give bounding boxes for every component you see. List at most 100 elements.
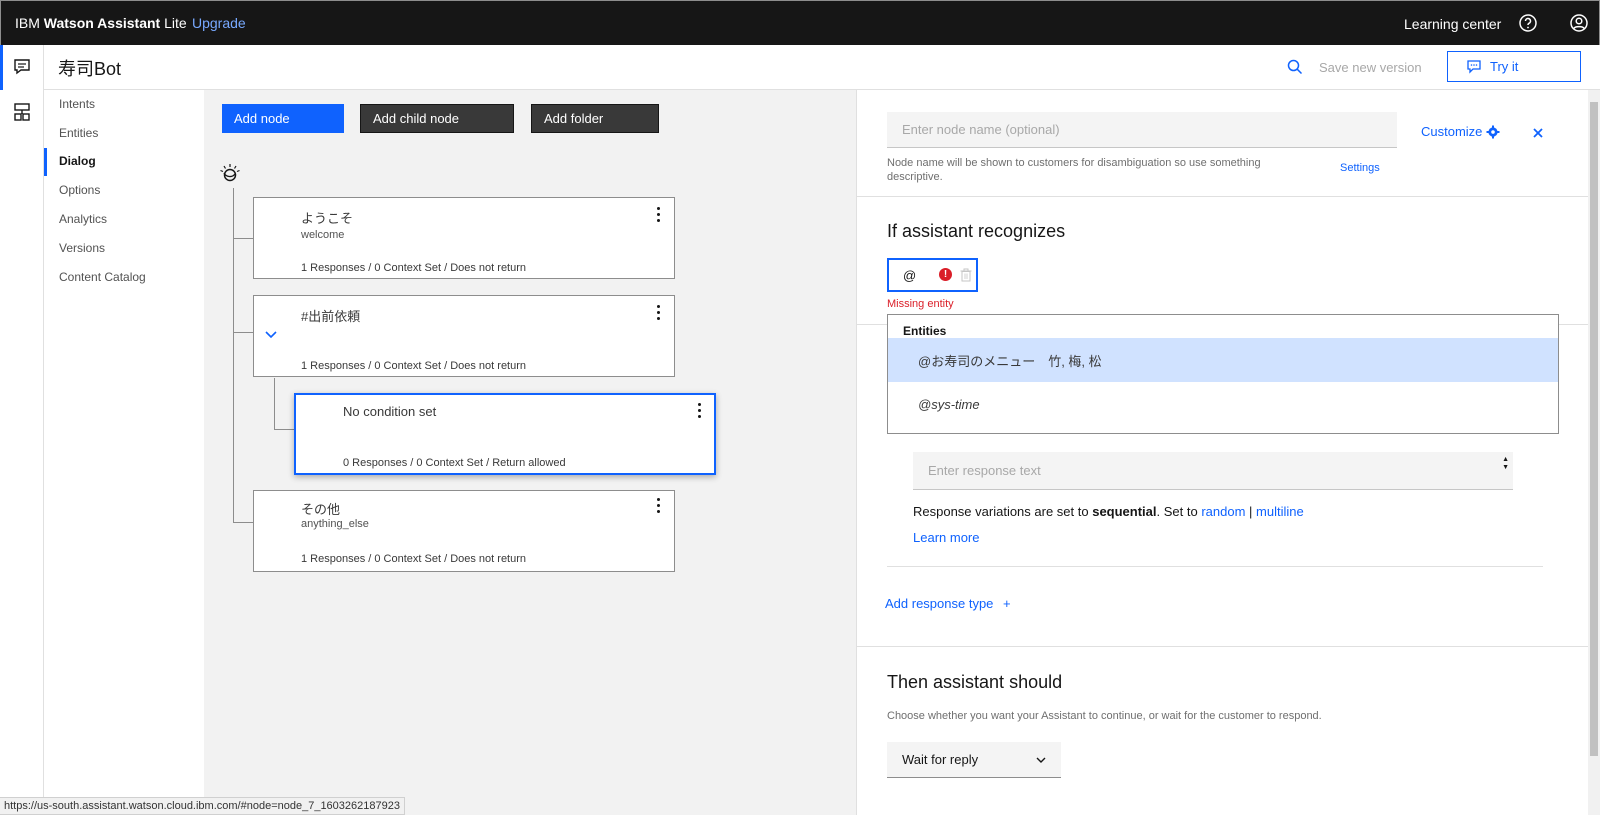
dialog-node-selected[interactable]: No condition set 0 Responses / 0 Context… bbox=[294, 393, 716, 475]
learn-more-link[interactable]: Learn more bbox=[913, 530, 979, 545]
settings-link[interactable]: Settings bbox=[1340, 162, 1380, 174]
panel-scrollbar[interactable] bbox=[1588, 90, 1600, 815]
missing-entity-error: Missing entity bbox=[887, 298, 954, 310]
node-name-input[interactable]: Enter node name (optional) bbox=[887, 112, 1397, 148]
node-title: No condition set bbox=[343, 404, 437, 419]
condition-value: @ bbox=[903, 268, 917, 283]
top-bar: IBM Watson Assistant Lite Upgrade Learni… bbox=[0, 0, 1600, 45]
node-title: ようこそ bbox=[301, 211, 354, 226]
chevron-down-icon[interactable] bbox=[264, 328, 278, 342]
multiline-link[interactable]: multiline bbox=[1256, 504, 1304, 519]
try-it-label: Try it bbox=[1490, 59, 1519, 74]
section-divider bbox=[887, 566, 1543, 567]
then-assistant-description: Choose whether you want your Assistant t… bbox=[887, 710, 1322, 722]
dropdown-heading: Entities bbox=[903, 324, 947, 338]
tree-connector bbox=[274, 378, 275, 430]
node-title: #出前依頼 bbox=[301, 309, 361, 324]
add-response-type-label: Add response type bbox=[885, 596, 994, 611]
customize-button[interactable]: Customize bbox=[1421, 124, 1500, 139]
customize-label: Customize bbox=[1421, 124, 1483, 139]
brand-suffix: Lite bbox=[160, 15, 187, 31]
skills-icon[interactable] bbox=[11, 101, 33, 123]
response-text-input[interactable]: Enter response text ▲ ▼ bbox=[913, 452, 1513, 490]
section-divider bbox=[857, 646, 1589, 647]
section-divider bbox=[857, 196, 1589, 197]
entity-suggestions-dropdown: Entities @お寿司のメニュー 竹, 梅, 松 @sys-time bbox=[887, 314, 1559, 434]
trash-icon[interactable] bbox=[960, 268, 972, 282]
variations-mid: . Set to bbox=[1156, 504, 1202, 519]
nav-item-options[interactable]: Options bbox=[59, 183, 100, 197]
then-assistant-title: Then assistant should bbox=[887, 672, 1063, 692]
overflow-menu-icon[interactable] bbox=[657, 305, 661, 321]
brand-bold: Watson Assistant bbox=[43, 15, 161, 31]
dialog-node[interactable]: #出前依頼 1 Responses / 0 Context Set / Does… bbox=[253, 295, 675, 377]
node-editor-panel: Enter node name (optional) Customize Nod… bbox=[856, 90, 1589, 815]
nav-item-content-catalog[interactable]: Content Catalog bbox=[59, 270, 146, 284]
tree-connector bbox=[274, 429, 294, 430]
scrollbar-thumb[interactable] bbox=[1590, 102, 1598, 756]
help-icon[interactable] bbox=[1517, 12, 1539, 34]
chat-bubble-icon bbox=[1467, 59, 1481, 74]
upgrade-link[interactable]: Upgrade bbox=[192, 15, 246, 31]
dialog-node[interactable]: ようこそ welcome 1 Responses / 0 Context Set… bbox=[253, 197, 675, 279]
chat-icon[interactable] bbox=[11, 56, 33, 78]
random-link[interactable]: random bbox=[1201, 504, 1245, 519]
node-name-helper-text: Node name will be shown to customers for… bbox=[887, 157, 1261, 183]
nav-item-intents[interactable]: Intents bbox=[59, 97, 95, 111]
brand-prefix: IBM bbox=[15, 15, 44, 31]
node-meta: 1 Responses / 0 Context Set / Does not r… bbox=[301, 262, 527, 274]
nav-item-dialog[interactable]: Dialog bbox=[59, 154, 96, 168]
condition-input[interactable]: @ ! bbox=[887, 258, 978, 292]
nav-active-indicator bbox=[44, 148, 47, 176]
node-meta: 0 Responses / 0 Context Set / Return all… bbox=[343, 457, 566, 469]
watson-logo-icon bbox=[220, 164, 240, 182]
user-avatar-icon[interactable] bbox=[1568, 12, 1590, 34]
dialog-canvas: Add node Add child node Add folder ようこそ … bbox=[204, 90, 856, 815]
entity-option[interactable]: @sys-time bbox=[888, 382, 1558, 426]
nav-item-analytics[interactable]: Analytics bbox=[59, 212, 107, 226]
variations-prefix: Response variations are set to bbox=[913, 504, 1093, 519]
tree-connector bbox=[233, 522, 255, 523]
add-response-type-button[interactable]: Add response type + bbox=[885, 596, 1011, 611]
overflow-menu-icon[interactable] bbox=[698, 403, 702, 419]
browser-status-url: https://us-south.assistant.watson.cloud.… bbox=[0, 797, 405, 815]
variations-separator: | bbox=[1245, 504, 1257, 519]
node-title: その他 bbox=[301, 502, 341, 517]
next-step-select[interactable]: Wait for reply bbox=[887, 742, 1061, 778]
response-placeholder: Enter response text bbox=[928, 463, 1041, 478]
tree-connector bbox=[233, 238, 255, 239]
next-step-value: Wait for reply bbox=[902, 752, 979, 767]
textarea-resize-icon[interactable]: ▲ ▼ bbox=[1502, 456, 1509, 472]
dialog-node[interactable]: その他 anything_else 1 Responses / 0 Contex… bbox=[253, 490, 675, 572]
nav-item-entities[interactable]: Entities bbox=[59, 126, 98, 140]
node-condition: anything_else bbox=[301, 518, 369, 530]
left-rail bbox=[0, 45, 44, 815]
overflow-menu-icon[interactable] bbox=[657, 498, 661, 514]
skill-header: 寿司Bot Save new version Try it bbox=[44, 45, 1600, 90]
search-icon[interactable] bbox=[1284, 56, 1306, 78]
page-title: 寿司Bot bbox=[58, 59, 122, 79]
learning-center-link[interactable]: Learning center bbox=[1404, 16, 1501, 32]
product-name[interactable]: IBM Watson Assistant Lite bbox=[15, 15, 187, 31]
add-folder-button[interactable]: Add folder bbox=[531, 104, 659, 133]
plus-icon: + bbox=[1003, 596, 1011, 611]
node-meta: 1 Responses / 0 Context Set / Does not r… bbox=[301, 360, 527, 372]
overflow-menu-icon[interactable] bbox=[657, 207, 661, 223]
try-it-button[interactable]: Try it bbox=[1447, 51, 1581, 82]
node-meta: 1 Responses / 0 Context Set / Does not r… bbox=[301, 553, 527, 565]
add-node-button[interactable]: Add node bbox=[222, 104, 344, 133]
tree-connector bbox=[233, 332, 255, 333]
variations-mode: sequential bbox=[1092, 504, 1157, 519]
nav-item-versions[interactable]: Versions bbox=[59, 241, 105, 255]
rail-active-indicator bbox=[0, 45, 3, 90]
add-child-node-button[interactable]: Add child node bbox=[360, 104, 514, 133]
entity-option[interactable]: @お寿司のメニュー 竹, 梅, 松 bbox=[888, 338, 1558, 382]
if-recognizes-title: If assistant recognizes bbox=[887, 221, 1066, 241]
error-icon: ! bbox=[939, 268, 952, 281]
response-variations-text: Response variations are set to sequentia… bbox=[913, 504, 1304, 519]
node-condition: welcome bbox=[301, 229, 345, 241]
gear-icon bbox=[1486, 125, 1500, 138]
close-icon[interactable] bbox=[1531, 126, 1545, 140]
skill-nav: Intents Entities Dialog Options Analytic… bbox=[44, 90, 204, 815]
save-new-version-button[interactable]: Save new version bbox=[1319, 60, 1422, 75]
